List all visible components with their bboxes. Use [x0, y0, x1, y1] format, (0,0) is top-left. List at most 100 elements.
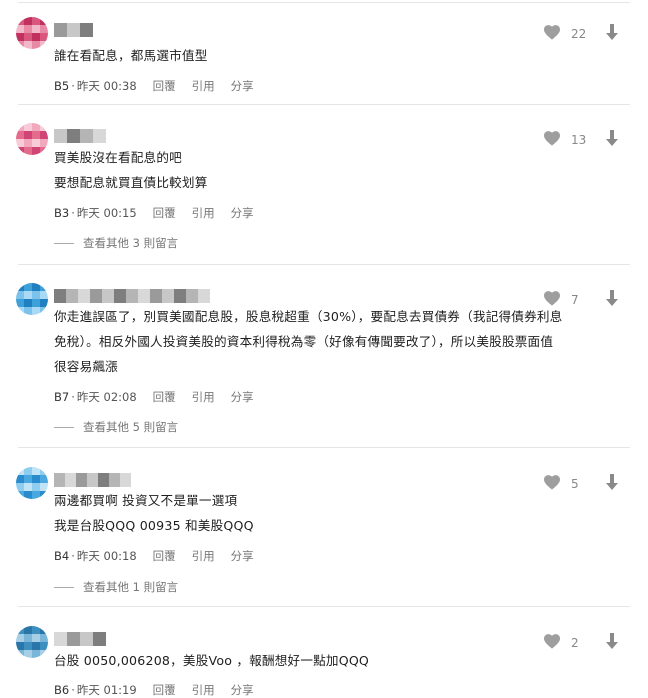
avatar-pixel — [16, 131, 24, 139]
username-blur-block — [114, 289, 126, 303]
avatar-pixel — [24, 626, 32, 634]
avatar-pixel — [16, 139, 24, 147]
avatar-pixel — [32, 634, 40, 642]
username-blur-block — [66, 289, 78, 303]
username-blur-block — [67, 129, 80, 143]
username-blur-block — [54, 632, 67, 646]
avatar-pixel — [24, 283, 32, 291]
avatar-pixel — [40, 17, 48, 25]
avatar-pixel — [16, 467, 24, 475]
username-blur-block — [67, 632, 80, 646]
comment-text-line: 免稅）。相反外國人投資美股的資本利得稅為零（好像有傳聞要改了），所以美股股票面值 — [54, 334, 554, 349]
view-more-replies[interactable]: 查看其他 3 則留言 — [54, 235, 178, 251]
view-more-label: 查看其他 5 則留言 — [83, 420, 179, 434]
comment-meta: B7 · 昨天 02:08 回覆 引用 分享 — [54, 389, 254, 405]
avatar-pixel — [16, 650, 24, 658]
quote-button[interactable]: 引用 — [192, 78, 215, 94]
username-blur-block — [186, 289, 198, 303]
username-blur-block — [67, 23, 80, 37]
share-button[interactable]: 分享 — [231, 78, 254, 94]
avatar-pixel — [32, 33, 40, 41]
username-redacted[interactable] — [54, 473, 131, 487]
meta-separator: · — [71, 79, 75, 93]
comment-text-line: 買美股沒在看配息的吧 — [54, 150, 182, 165]
username-redacted[interactable] — [54, 129, 106, 143]
avatar-pixel — [32, 25, 40, 33]
reply-button[interactable]: 回覆 — [153, 78, 176, 94]
view-more-replies[interactable]: 查看其他 5 則留言 — [54, 419, 178, 435]
avatar-pixel — [24, 642, 32, 650]
share-button[interactable]: 分享 — [231, 205, 254, 221]
floor-label: B5 — [54, 79, 70, 93]
share-button[interactable]: 分享 — [231, 548, 254, 564]
avatar-pixel — [16, 123, 24, 131]
floor-label: B3 — [54, 206, 70, 220]
reply-button[interactable]: 回覆 — [153, 548, 176, 564]
avatar-pixel — [16, 41, 24, 49]
username-blur-block — [109, 473, 120, 487]
avatar-pixel — [16, 17, 24, 25]
avatar[interactable] — [16, 17, 48, 49]
quote-button[interactable]: 引用 — [192, 548, 215, 564]
avatar-pixel — [40, 139, 48, 147]
avatar-pixel — [32, 483, 40, 491]
avatar-pixel — [32, 650, 40, 658]
avatar[interactable] — [16, 123, 48, 155]
avatar-pixel — [32, 626, 40, 634]
comment-divider — [18, 264, 630, 265]
avatar[interactable] — [16, 626, 48, 658]
avatar-pixel — [40, 33, 48, 41]
floor-label: B7 — [54, 390, 70, 404]
like-button[interactable]: 22 — [543, 24, 589, 43]
share-button[interactable]: 分享 — [231, 389, 254, 405]
avatar-pixel — [16, 634, 24, 642]
comment-divider — [18, 104, 630, 105]
avatar-pixel — [32, 291, 40, 299]
comment-meta: B4 · 昨天 00:18 回覆 引用 分享 — [54, 548, 254, 564]
avatar-pixel — [40, 147, 48, 155]
avatar[interactable] — [16, 283, 48, 315]
avatar[interactable] — [16, 467, 48, 499]
username-redacted[interactable] — [54, 289, 210, 303]
avatar-pixel — [32, 123, 40, 131]
username-blur-block — [80, 129, 93, 143]
quote-button[interactable]: 引用 — [192, 389, 215, 405]
avatar-pixel — [24, 475, 32, 483]
quote-button[interactable]: 引用 — [192, 205, 215, 221]
avatar-pixel — [32, 283, 40, 291]
avatar-pixel — [40, 626, 48, 634]
username-redacted[interactable] — [54, 23, 93, 37]
avatar-pixel — [16, 483, 24, 491]
avatar-pixel — [32, 147, 40, 155]
username-blur-block — [93, 129, 106, 143]
reply-button[interactable]: 回覆 — [153, 205, 176, 221]
username-redacted[interactable] — [54, 632, 106, 646]
avatar-pixel — [32, 41, 40, 49]
comment-text-line: 你走進誤區了，別買美國配息股，股息稅超重（30%），要配息去買債券（我記得債券利… — [54, 309, 563, 324]
view-more-replies[interactable]: 查看其他 1 則留言 — [54, 579, 178, 595]
avatar-pixel — [32, 299, 40, 307]
avatar-pixel — [24, 483, 32, 491]
avatar-pixel — [24, 299, 32, 307]
comment-meta: B5 · 昨天 00:38 回覆 引用 分享 — [54, 78, 254, 94]
avatar-pixel — [40, 299, 48, 307]
username-blur-block — [87, 473, 98, 487]
username-blur-block — [98, 473, 109, 487]
avatar-pixel — [24, 123, 32, 131]
comment-text-line: 誰在看配息，都馬選市值型 — [54, 48, 208, 63]
comment-text-line: 我是台股QQQ 00935 和美股QQQ — [54, 518, 254, 533]
like-count: 22 — [571, 26, 587, 41]
arrow-down-icon[interactable] — [604, 23, 620, 41]
username-blur-block — [54, 289, 66, 303]
avatar-pixel — [24, 491, 32, 499]
avatar-pixel — [40, 131, 48, 139]
avatar-pixel — [40, 291, 48, 299]
username-blur-block — [65, 473, 76, 487]
avatar-pixel — [16, 626, 24, 634]
avatar-pixel — [16, 147, 24, 155]
username-blur-block — [54, 129, 67, 143]
avatar-pixel — [24, 17, 32, 25]
avatar-pixel — [40, 307, 48, 315]
meta-separator: · — [71, 390, 75, 404]
reply-button[interactable]: 回覆 — [153, 389, 176, 405]
